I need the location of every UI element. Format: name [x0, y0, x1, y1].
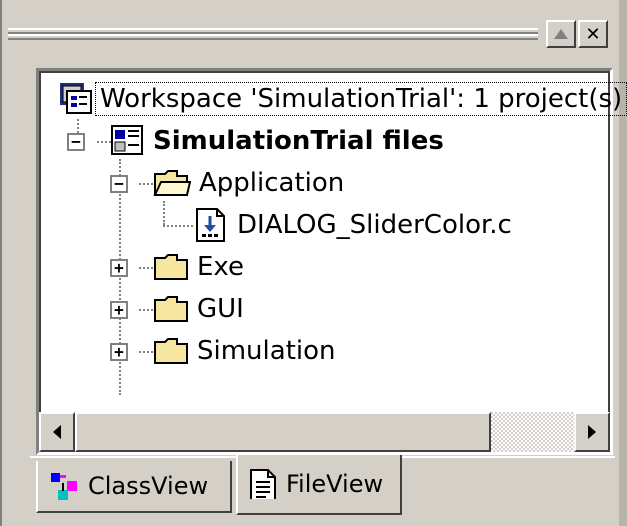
application-expander-toggle[interactable]: −	[110, 175, 128, 193]
tab-classview[interactable]: ClassView	[36, 461, 232, 513]
workspace-icon	[60, 83, 92, 114]
scroll-thumb[interactable]	[75, 412, 491, 452]
horizontal-scrollbar[interactable]	[39, 412, 610, 452]
project-files-icon	[111, 125, 143, 155]
tree-item-label: DIALOG_SliderColor.c	[237, 210, 512, 240]
close-button[interactable]: ✕	[578, 20, 608, 48]
scroll-right-button[interactable]	[574, 412, 610, 452]
tree-item-exe[interactable]: Exe	[153, 247, 248, 287]
arrow-right-icon	[588, 425, 596, 439]
folder-icon	[154, 254, 188, 280]
classview-icon	[51, 473, 77, 500]
arrow-left-icon	[53, 425, 61, 439]
tree-item-label: SimulationTrial files	[153, 126, 444, 156]
folder-open-icon	[153, 170, 191, 196]
workspace-window: ✕ Workspace 'SimulationTrial': 1 project…	[0, 0, 627, 526]
window-left-edge	[0, 0, 6, 526]
tree-item-workspace[interactable]: Workspace 'SimulationTrial': 1 project(s…	[59, 79, 627, 119]
close-icon: ✕	[585, 23, 601, 45]
tab-label: FileView	[286, 470, 384, 498]
tree-item-project[interactable]: SimulationTrial files	[111, 121, 448, 161]
triangle-up-icon	[554, 29, 568, 39]
tree-item-label: Exe	[197, 252, 245, 282]
folder-icon	[154, 296, 188, 322]
exe-expander-toggle[interactable]: +	[110, 259, 128, 277]
restore-button[interactable]	[546, 20, 576, 48]
tree-item-gui[interactable]: GUI	[153, 289, 248, 329]
tree-item-simulation[interactable]: Simulation	[153, 331, 340, 371]
project-expander-toggle[interactable]: −	[67, 133, 85, 151]
tree-item-dialog-slidercolor[interactable]: DIALOG_SliderColor.c	[195, 205, 516, 245]
tree-item-label: GUI	[197, 294, 244, 324]
tree-item-label: Application	[199, 168, 345, 198]
simulation-expander-toggle[interactable]: +	[110, 343, 128, 361]
c-source-file-icon	[196, 208, 225, 242]
folder-icon	[154, 338, 188, 364]
tab-fileview[interactable]: FileView	[236, 455, 402, 515]
toolbar-gripper[interactable]	[8, 28, 538, 42]
tab-label: ClassView	[88, 472, 209, 500]
tree-item-application[interactable]: Application	[153, 163, 348, 203]
file-tree-view[interactable]: Workspace 'SimulationTrial': 1 project(s…	[36, 68, 627, 455]
tree-item-label: Simulation	[197, 336, 336, 366]
tree-item-label: Workspace 'SimulationTrial': 1 project(s…	[95, 82, 627, 116]
fileview-icon	[250, 469, 276, 499]
scroll-left-button[interactable]	[39, 412, 75, 452]
gui-expander-toggle[interactable]: +	[110, 301, 128, 319]
